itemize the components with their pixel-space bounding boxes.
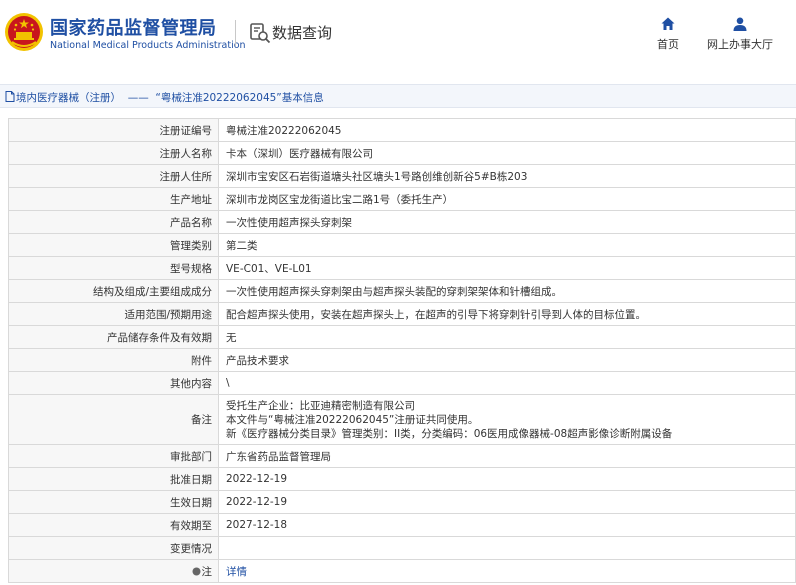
remark-line: 本文件与“粤械注准20222062045”注册证共同使用。	[226, 413, 479, 426]
field-label: 结构及组成/主要组成成分	[8, 279, 219, 303]
field-value: 2022-12-19	[218, 467, 796, 491]
detail-row-attachment: 附件 产品技术要求	[8, 348, 796, 372]
detail-row-note: 注 详情	[8, 559, 796, 583]
detail-row-management-class: 管理类别 第二类	[8, 233, 796, 257]
field-value: 深圳市宝安区石岩街道塘头社区塘头1号路创维创新谷5#B栋203	[218, 164, 796, 188]
user-icon	[733, 17, 747, 31]
detail-row-production-address: 生产地址 深圳市龙岗区宝龙街道比宝二路1号（委托生产）	[8, 187, 796, 211]
detail-row-effective-date: 生效日期 2022-12-19	[8, 490, 796, 514]
field-label: 注册证编号	[8, 118, 219, 142]
details-link[interactable]: 详情	[226, 566, 247, 578]
detail-row-structure: 结构及组成/主要组成成分 一次性使用超声探头穿刺架由与超声探头装配的穿刺架架体和…	[8, 279, 796, 303]
breadcrumb-record-title: “粤械注准20222062045”基本信息	[155, 92, 324, 104]
field-label: 附件	[8, 348, 219, 372]
detail-row-storage: 产品储存条件及有效期 无	[8, 325, 796, 349]
field-value	[218, 536, 796, 560]
info-dot-icon	[192, 567, 200, 575]
detail-row-approval-date: 批准日期 2022-12-19	[8, 467, 796, 491]
field-value: 卡本（深圳）医疗器械有限公司	[218, 141, 796, 165]
note-label-cell: 注	[8, 559, 219, 583]
field-value: 产品技术要求	[218, 348, 796, 372]
field-label: 其他内容	[8, 371, 219, 395]
remark-line: 受托生产企业：比亚迪精密制造有限公司	[226, 399, 415, 412]
field-label: 注册人住所	[8, 164, 219, 188]
detail-row-registration-number: 注册证编号 粤械注准20222062045	[8, 118, 796, 142]
nav-home-label: 首页	[657, 38, 679, 51]
header-divider	[235, 20, 236, 46]
detail-row-change-history: 变更情况	[8, 536, 796, 560]
detail-row-remark: 备注 受托生产企业：比亚迪精密制造有限公司 本文件与“粤械注准202220620…	[8, 394, 796, 445]
remark-line: 新《医疗器械分类目录》管理类别：II类，分类编码：06医用成像器械-08超声影像…	[226, 427, 673, 440]
breadcrumb-separator: ——	[127, 92, 149, 104]
field-label: 注	[201, 565, 213, 578]
site-header: 国家药品监督管理局 National Medical Products Admi…	[0, 0, 796, 70]
detail-row-registrant-name: 注册人名称 卡本（深圳）医疗器械有限公司	[8, 141, 796, 165]
field-value: 配合超声探头使用，安装在超声探头上，在超声的引导下将穿刺针引导到人体的目标位置。	[218, 302, 796, 326]
field-label: 审批部门	[8, 444, 219, 468]
field-value: 深圳市龙岗区宝龙街道比宝二路1号（委托生产）	[218, 187, 796, 211]
field-value: 广东省药品监督管理局	[218, 444, 796, 468]
detail-row-intended-use: 适用范围/预期用途 配合超声探头使用，安装在超声探头上，在超声的引导下将穿刺针引…	[8, 302, 796, 326]
national-emblem-icon[interactable]	[4, 12, 44, 52]
remark-value: 受托生产企业：比亚迪精密制造有限公司 本文件与“粤械注准20222062045”…	[218, 394, 796, 445]
breadcrumb-text: 境内医疗器械（注册） —— “粤械注准20222062045”基本信息	[16, 90, 324, 105]
detail-row-expiry-date: 有效期至 2027-12-18	[8, 513, 796, 537]
field-value: 一次性使用超声探头穿刺架由与超声探头装配的穿刺架架体和针槽组成。	[218, 279, 796, 303]
field-label: 注册人名称	[8, 141, 219, 165]
breadcrumb-category-link[interactable]: 境内医疗器械（注册）	[16, 92, 121, 104]
field-label: 有效期至	[8, 513, 219, 537]
document-icon	[5, 91, 15, 102]
brand-subtitle: National Medical Products Administration	[50, 40, 246, 51]
field-value: 一次性使用超声探头穿刺架	[218, 210, 796, 234]
field-label: 产品储存条件及有效期	[8, 325, 219, 349]
brand-title[interactable]: 国家药品监督管理局	[50, 14, 217, 40]
section-title: 数据查询	[272, 24, 333, 42]
note-value-cell: 详情	[218, 559, 796, 583]
data-search-icon	[250, 23, 271, 44]
field-label: 生效日期	[8, 490, 219, 514]
nav-online-hall[interactable]: 网上办事大厅	[706, 16, 774, 52]
nav-online-hall-label: 网上办事大厅	[707, 38, 773, 51]
nav-home[interactable]: 首页	[654, 16, 682, 52]
detail-row-approval-department: 审批部门 广东省药品监督管理局	[8, 444, 796, 468]
field-value: 2022-12-19	[218, 490, 796, 514]
field-label: 产品名称	[8, 210, 219, 234]
field-value: 无	[218, 325, 796, 349]
field-value: 2027-12-18	[218, 513, 796, 537]
home-icon	[661, 17, 675, 30]
detail-row-model-spec: 型号规格 VE-C01、VE-L01	[8, 256, 796, 280]
field-label: 适用范围/预期用途	[8, 302, 219, 326]
registration-detail-table: 注册证编号 粤械注准20222062045 注册人名称 卡本（深圳）医疗器械有限…	[8, 118, 796, 583]
detail-row-other: 其他内容 \	[8, 371, 796, 395]
field-label: 管理类别	[8, 233, 219, 257]
detail-row-registrant-address: 注册人住所 深圳市宝安区石岩街道塘头社区塘头1号路创维创新谷5#B栋203	[8, 164, 796, 188]
field-label: 型号规格	[8, 256, 219, 280]
field-value: 第二类	[218, 233, 796, 257]
breadcrumb: 境内医疗器械（注册） —— “粤械注准20222062045”基本信息	[0, 84, 796, 108]
field-label: 生产地址	[8, 187, 219, 211]
field-value: VE-C01、VE-L01	[218, 256, 796, 280]
field-value: 粤械注准20222062045	[218, 118, 796, 142]
field-value: \	[218, 371, 796, 395]
field-label: 批准日期	[8, 467, 219, 491]
detail-row-product-name: 产品名称 一次性使用超声探头穿刺架	[8, 210, 796, 234]
field-label: 变更情况	[8, 536, 219, 560]
field-label: 备注	[8, 394, 219, 445]
